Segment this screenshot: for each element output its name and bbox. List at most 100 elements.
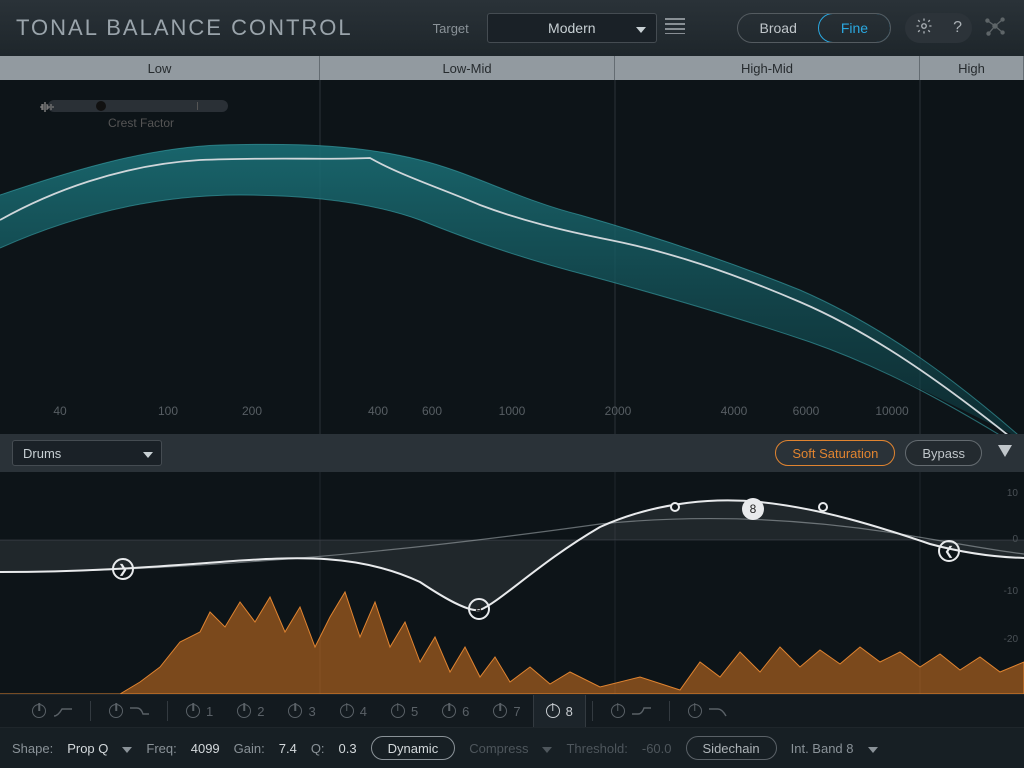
- freq-tick: 1000: [499, 404, 526, 418]
- freq-tick: 200: [242, 404, 262, 418]
- db-tick: -20: [1004, 634, 1018, 645]
- db-tick: 10: [1007, 488, 1018, 499]
- eq-chart: [0, 472, 1024, 694]
- power-icon: [442, 704, 456, 718]
- header: TONAL BALANCE CONTROL Target Modern Broa…: [0, 0, 1024, 56]
- util-buttons: ?: [905, 13, 972, 43]
- q-value[interactable]: 0.3: [339, 741, 357, 756]
- eq-node-4[interactable]: 4: [468, 598, 490, 620]
- view-toggle: Broad Fine: [737, 13, 892, 43]
- band-1[interactable]: 1: [174, 695, 225, 727]
- band-highshelf[interactable]: [599, 695, 663, 727]
- freq-tick: 6000: [793, 404, 820, 418]
- power-icon: [391, 704, 405, 718]
- freq-axis: 40 100 200 400 600 1000 2000 4000 6000 1…: [0, 404, 1024, 422]
- band-5[interactable]: 5: [379, 695, 430, 727]
- gear-icon[interactable]: [905, 17, 943, 40]
- power-icon: [611, 704, 625, 718]
- eq-node-8[interactable]: 8: [742, 498, 764, 520]
- power-icon: [546, 704, 560, 718]
- slider-tick: [197, 102, 198, 110]
- power-icon: [109, 704, 123, 718]
- target-select[interactable]: Modern: [487, 13, 657, 43]
- chevron-down-icon: [143, 446, 153, 461]
- list-icon[interactable]: [665, 18, 685, 39]
- band-label-low: Low: [0, 56, 320, 80]
- band-number: 3: [308, 704, 315, 719]
- freq-tick: 600: [422, 404, 442, 418]
- power-icon: [32, 704, 46, 718]
- eq-toolbar: Drums Soft Saturation Bypass: [0, 434, 1024, 472]
- band-number: 4: [360, 704, 367, 719]
- highshelf-shape-icon: [631, 705, 651, 717]
- power-icon: [493, 704, 507, 718]
- band-label-highmid: High-Mid: [615, 56, 920, 80]
- chevron-down-icon[interactable]: [122, 741, 132, 756]
- lowcut-shape-icon: [52, 705, 72, 717]
- target-value: Modern: [548, 20, 595, 36]
- gain-value[interactable]: 7.4: [279, 741, 297, 756]
- power-icon: [688, 704, 702, 718]
- band-3[interactable]: 3: [276, 695, 327, 727]
- band-lowcut[interactable]: [20, 695, 84, 727]
- spectrum-display: Crest Factor 40 100 200 400 600 1000 200…: [0, 80, 1024, 434]
- band-2[interactable]: 2: [225, 695, 276, 727]
- shape-value[interactable]: Prop Q: [67, 741, 108, 756]
- sidechain-button[interactable]: Sidechain: [686, 736, 777, 760]
- band-highcut[interactable]: [676, 695, 740, 727]
- app-title: TONAL BALANCE CONTROL: [16, 15, 353, 41]
- freq-tick: 2000: [605, 404, 632, 418]
- highcut-shape-icon: [708, 705, 728, 717]
- band-8[interactable]: 8: [533, 695, 586, 727]
- eq-edge-left[interactable]: ❯: [112, 558, 134, 580]
- band-7[interactable]: 7: [481, 695, 532, 727]
- target-label: Target: [433, 21, 469, 36]
- power-icon: [237, 704, 251, 718]
- threshold-value[interactable]: -60.0: [642, 741, 672, 756]
- crest-factor-slider[interactable]: [48, 100, 228, 112]
- eq-edge-right[interactable]: ❮: [938, 540, 960, 562]
- band-label-lowmid: Low-Mid: [320, 56, 615, 80]
- help-icon[interactable]: ?: [943, 19, 972, 37]
- freq-label: Freq:: [146, 741, 176, 756]
- band-number: 1: [206, 704, 213, 719]
- eq-display[interactable]: 10 0 -10 -20 ❯ ❮ 4 8: [0, 472, 1024, 694]
- db-tick: -10: [1004, 586, 1018, 597]
- band-lowshelf[interactable]: [97, 695, 161, 727]
- spectrum-chart: [0, 80, 1024, 434]
- band-number: 7: [513, 704, 520, 719]
- eq-node-8-handle-left[interactable]: [670, 502, 680, 512]
- power-icon: [340, 704, 354, 718]
- gain-label: Gain:: [234, 741, 265, 756]
- bands-header: Low Low-Mid High-Mid High: [0, 56, 1024, 80]
- eq-node-8-handle-right[interactable]: [818, 502, 828, 512]
- power-icon: [288, 704, 302, 718]
- compress-label[interactable]: Compress: [469, 741, 528, 756]
- expand-triangle-icon[interactable]: [998, 444, 1012, 462]
- db-tick: 0: [1012, 534, 1018, 545]
- band-number: 6: [462, 704, 469, 719]
- view-fine-button[interactable]: Fine: [818, 13, 891, 43]
- chevron-down-icon[interactable]: [868, 741, 878, 756]
- parameter-bar: Shape: Prop Q Freq: 4099 Gain: 7.4 Q: 0.…: [0, 728, 1024, 768]
- soft-saturation-button[interactable]: Soft Saturation: [775, 440, 895, 466]
- band-selector: 12 3 4 5 6 7 8: [0, 694, 1024, 728]
- freq-value[interactable]: 4099: [191, 741, 220, 756]
- freq-tick: 40: [53, 404, 66, 418]
- band-6[interactable]: 6: [430, 695, 481, 727]
- bypass-button[interactable]: Bypass: [905, 440, 982, 466]
- band-number: 8: [566, 704, 573, 719]
- slider-knob[interactable]: [96, 101, 106, 111]
- crest-factor-control: [40, 100, 236, 112]
- dynamic-button[interactable]: Dynamic: [371, 736, 456, 760]
- power-icon: [186, 704, 200, 718]
- band-4[interactable]: 4: [328, 695, 379, 727]
- freq-tick: 10000: [875, 404, 908, 418]
- lowshelf-shape-icon: [129, 705, 149, 717]
- intband-label[interactable]: Int. Band 8: [791, 741, 854, 756]
- band-label-high: High: [920, 56, 1024, 80]
- track-select[interactable]: Drums: [12, 440, 162, 466]
- band-number: 5: [411, 704, 418, 719]
- view-broad-button[interactable]: Broad: [738, 14, 819, 42]
- logo-icon[interactable]: [982, 13, 1008, 44]
